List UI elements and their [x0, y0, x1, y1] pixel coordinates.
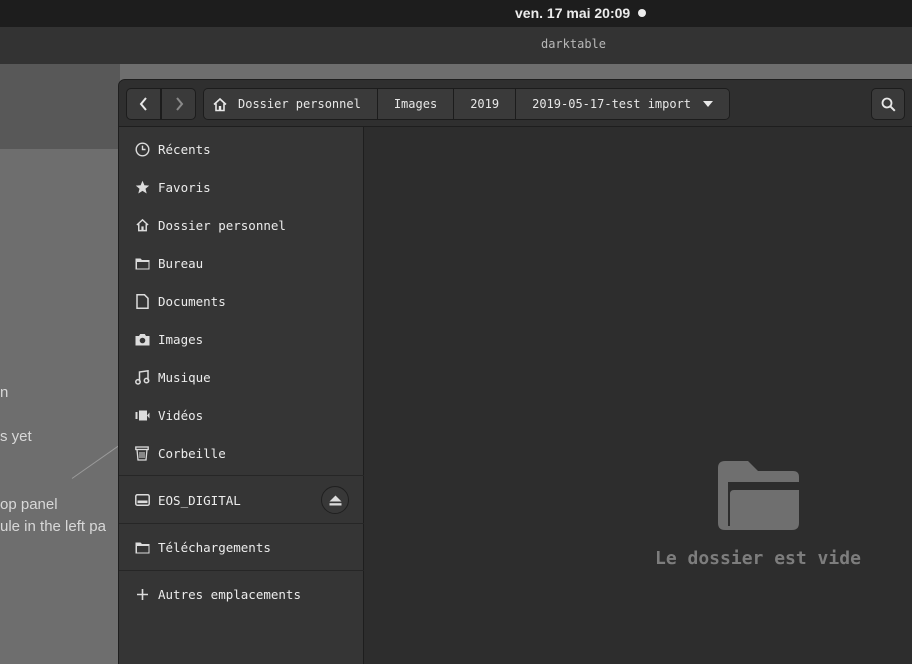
background-text: n	[0, 384, 9, 401]
eject-icon	[329, 495, 341, 505]
music-icon	[133, 368, 151, 386]
eject-button[interactable]	[321, 486, 349, 514]
home-icon	[212, 97, 228, 112]
empty-folder-message: Le dossier est vide	[655, 548, 861, 569]
crumb-label: Dossier personnel	[238, 97, 361, 111]
plus-icon	[133, 585, 151, 603]
clock-icon	[133, 140, 151, 158]
sidebar-item-favorites[interactable]: Favoris	[119, 168, 364, 206]
forward-button[interactable]	[161, 88, 196, 120]
app-title-bar: darktable	[0, 27, 912, 64]
crumb-home[interactable]: Dossier personnel	[204, 89, 378, 119]
sidebar-separator	[119, 570, 364, 571]
sidebar-item-label: Images	[158, 331, 204, 347]
sidebar-item-label: Autres emplacements	[158, 586, 301, 602]
sidebar-item-home[interactable]: Dossier personnel	[119, 206, 364, 244]
sidebar-item-videos[interactable]: Vidéos	[119, 396, 364, 434]
sidebar-item-recents[interactable]: Récents	[119, 130, 364, 168]
crumb-images[interactable]: Images	[377, 89, 455, 119]
video-icon	[133, 406, 151, 424]
sidebar-item-label: Bureau	[158, 255, 204, 271]
star-icon	[133, 178, 151, 196]
sidebar-item-desktop[interactable]: Bureau	[119, 244, 364, 282]
clock[interactable]: ven. 17 mai 20:09	[515, 5, 630, 21]
sidebar-separator	[119, 475, 364, 476]
document-icon	[133, 292, 151, 310]
crumb-current-folder[interactable]: 2019-05-17-test import	[516, 89, 730, 119]
camera-icon	[133, 330, 151, 348]
search-icon	[881, 97, 896, 112]
file-list-area[interactable]	[364, 127, 912, 664]
sidebar-item-other-locations[interactable]: Autres emplacements	[119, 575, 364, 613]
sidebar-item-label: Téléchargements	[158, 539, 271, 555]
chevron-right-icon	[175, 97, 183, 111]
sidebar-item-images[interactable]: Images	[119, 320, 364, 358]
sidebar-item-trash[interactable]: Corbeille	[119, 434, 364, 472]
dropdown-arrow-icon	[703, 101, 714, 107]
search-button[interactable]	[871, 88, 905, 120]
sidebar-item-label: Corbeille	[158, 445, 226, 461]
sidebar-separator	[119, 523, 364, 524]
empty-folder-icon	[718, 460, 800, 536]
chevron-left-icon	[139, 97, 147, 111]
notification-dot-icon	[638, 9, 646, 17]
background-app-header	[0, 64, 120, 149]
dialog-header: Dossier personnel Images 2019 2019-05-17…	[119, 80, 912, 127]
system-top-bar: ven. 17 mai 20:09	[0, 0, 912, 27]
sidebar-item-documents[interactable]: Documents	[119, 282, 364, 320]
sidebar-item-label: EOS_DIGITAL	[158, 492, 241, 508]
folder-icon	[133, 538, 151, 556]
sidebar-item-label: Récents	[158, 141, 211, 157]
app-title: darktable	[540, 37, 607, 51]
back-button[interactable]	[126, 88, 161, 120]
crumb-label: 2019-05-17-test import	[532, 97, 692, 111]
home-icon	[133, 216, 151, 234]
sidebar-item-label: Musique	[158, 369, 211, 385]
sidebar-item-label: Favoris	[158, 179, 211, 195]
trash-icon	[133, 444, 151, 462]
folder-icon	[133, 254, 151, 272]
background-text: op panel	[0, 496, 58, 513]
crumb-2019[interactable]: 2019	[454, 89, 517, 119]
background-text: s yet	[0, 428, 32, 445]
sidebar-item-downloads[interactable]: Téléchargements	[119, 528, 364, 566]
path-bar: Dossier personnel Images 2019 2019-05-17…	[203, 88, 731, 120]
sidebar-item-music[interactable]: Musique	[119, 358, 364, 396]
places-sidebar: Récents Favoris Dossier personnel Bureau…	[119, 127, 364, 664]
crumb-label: 2019	[470, 97, 500, 111]
sidebar-item-label: Vidéos	[158, 407, 204, 423]
drive-icon	[133, 491, 151, 509]
background-text: ule in the left pa	[0, 518, 106, 535]
sidebar-item-label: Dossier personnel	[158, 217, 286, 233]
crumb-label: Images	[393, 97, 438, 111]
file-chooser-dialog: Dossier personnel Images 2019 2019-05-17…	[118, 79, 912, 664]
sidebar-item-label: Documents	[158, 293, 226, 309]
